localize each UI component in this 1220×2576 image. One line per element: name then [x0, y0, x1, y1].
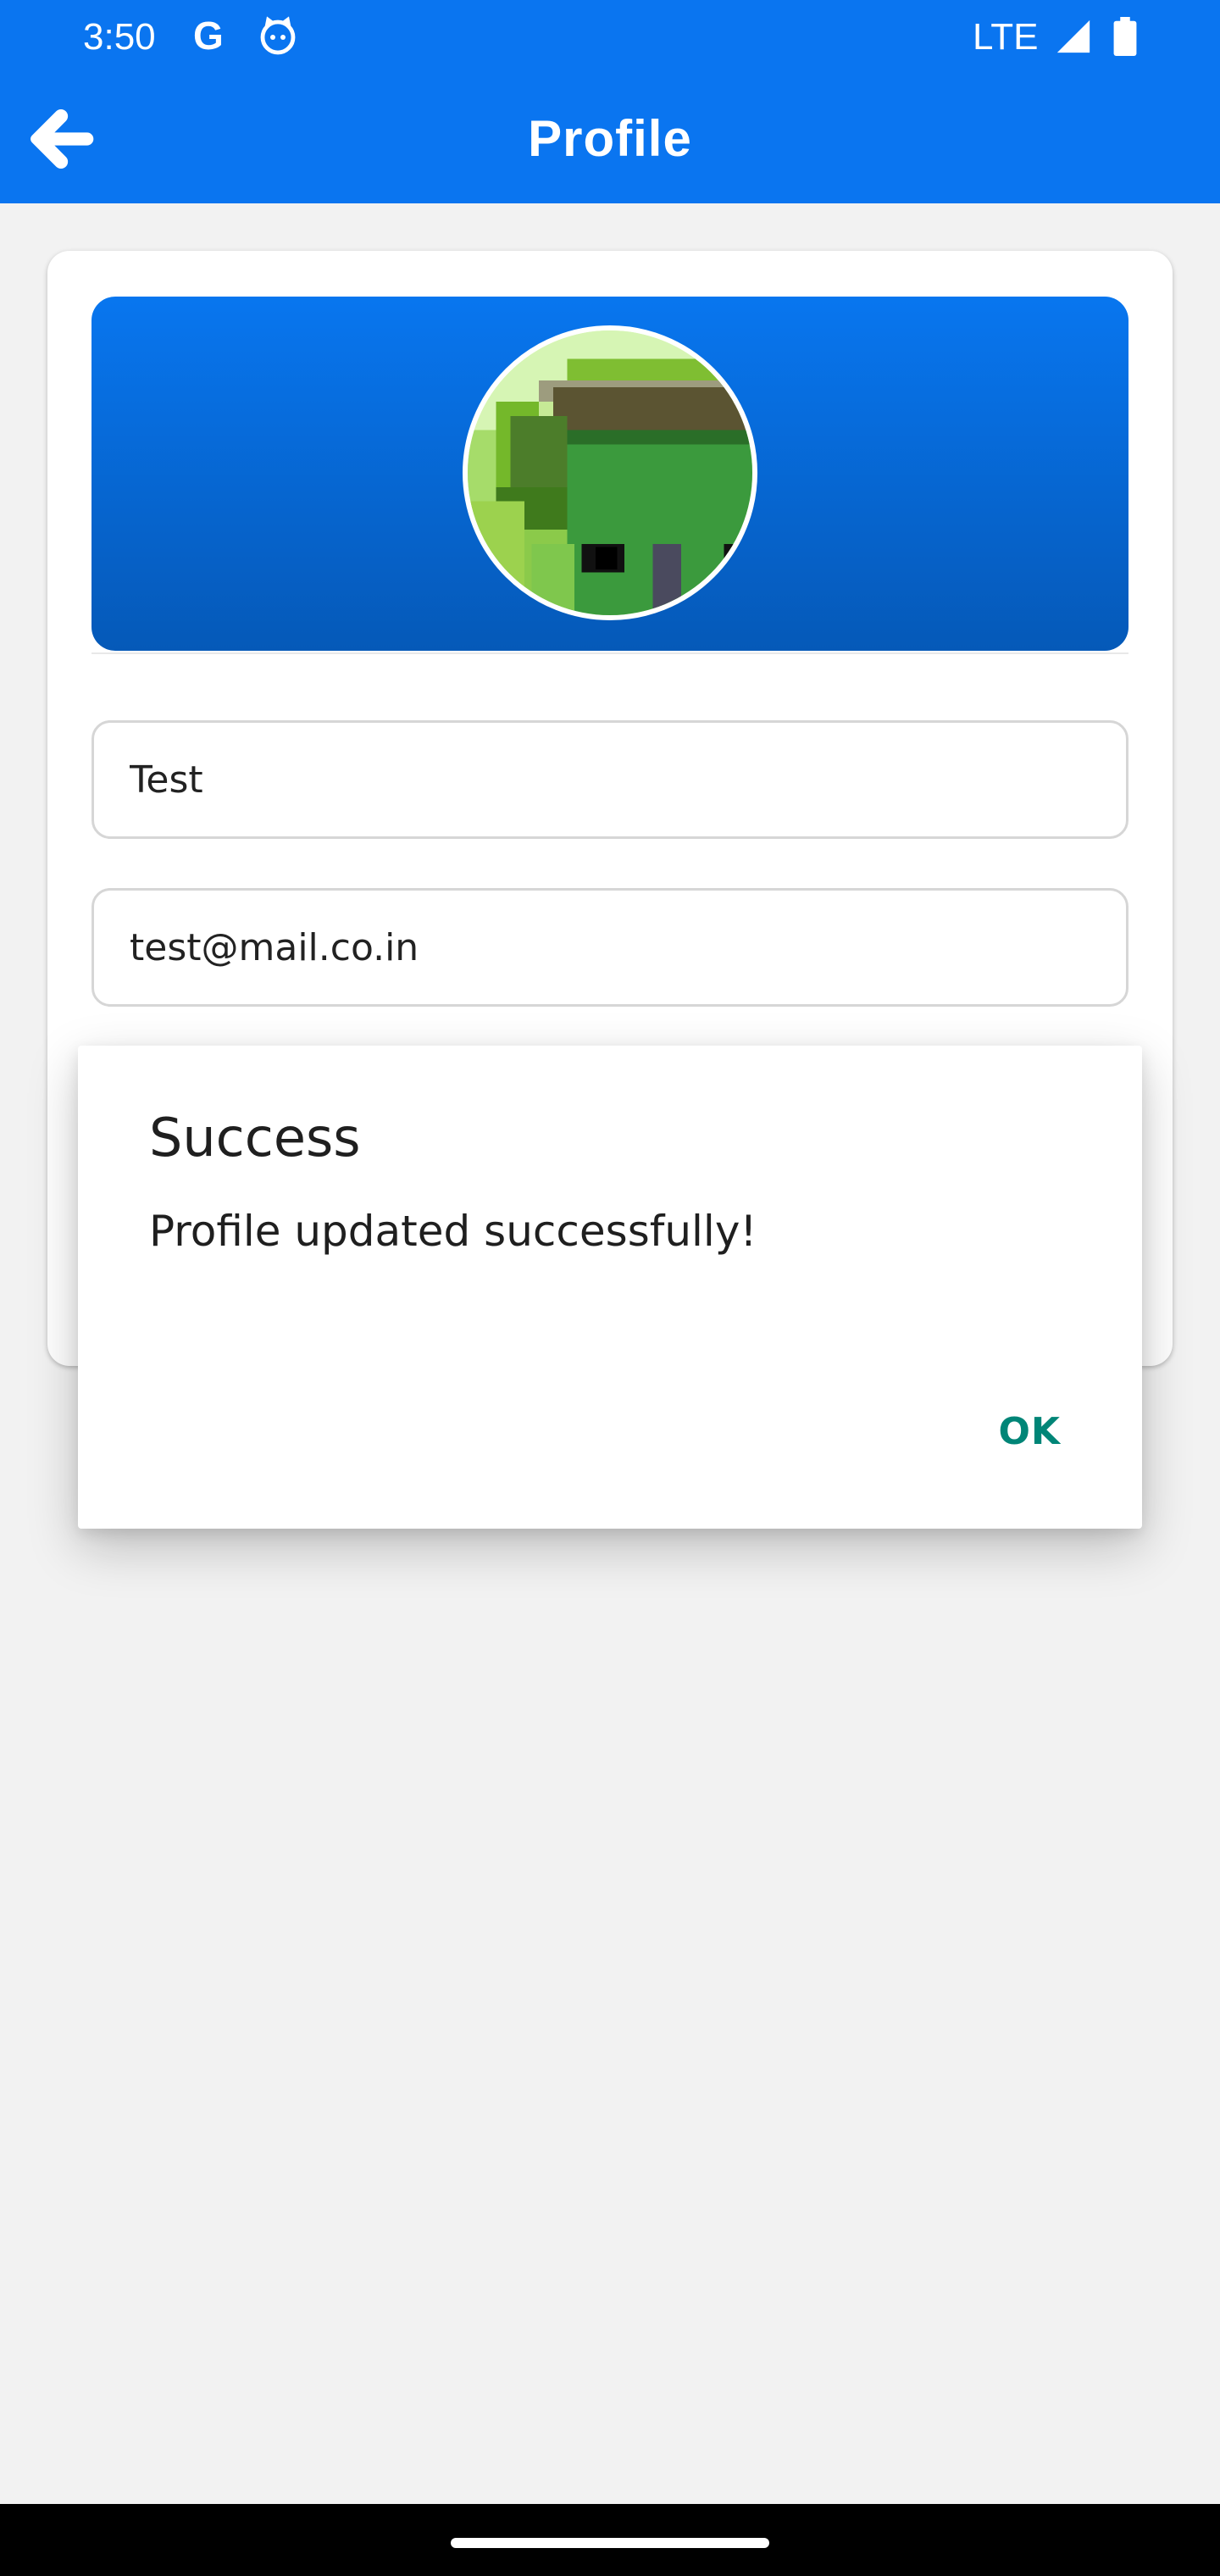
navigation-bar [0, 2504, 1220, 2576]
ok-button[interactable]: OK [999, 1410, 1062, 1453]
success-dialog: Success Profile updated successfully! OK [78, 1046, 1142, 1529]
home-gesture-handle[interactable] [451, 2538, 769, 2548]
dialog-title: Success [149, 1107, 361, 1169]
dialog-message: Profile updated successfully! [149, 1207, 757, 1256]
